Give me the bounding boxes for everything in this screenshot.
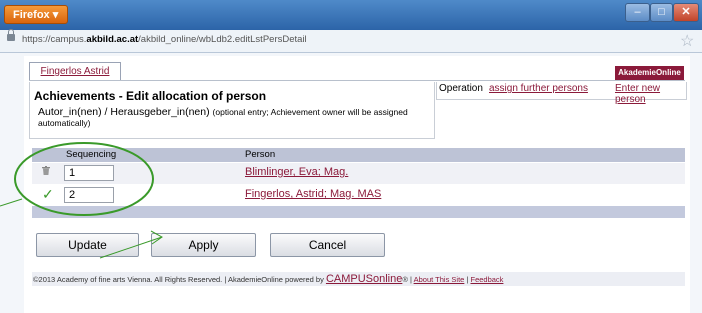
registered-mark: ® bbox=[402, 275, 408, 284]
maximize-button[interactable]: □ bbox=[650, 3, 673, 22]
cancel-button[interactable]: Cancel bbox=[270, 233, 385, 257]
sequence-input[interactable]: 2 bbox=[64, 187, 114, 203]
assign-further-persons-link[interactable]: assign further persons bbox=[489, 83, 588, 94]
page-title: Achievements - Edit allocation of person bbox=[34, 89, 267, 103]
table-row: 1 Blimlinger, Eva; Mag. bbox=[32, 163, 685, 184]
akademieonline-logo: AkademieOnline bbox=[615, 66, 684, 80]
title-bar: Firefox ▾ – □ ✕ bbox=[0, 0, 702, 30]
about-link[interactable]: About This Site bbox=[414, 275, 465, 284]
table-footer-bar bbox=[32, 206, 685, 218]
page-content: Fingerlos Astrid AkademieOnline Achievem… bbox=[24, 56, 690, 313]
tab-person[interactable]: Fingerlos Astrid bbox=[29, 62, 121, 81]
person-link[interactable]: Fingerlos, Astrid; Mag. MAS bbox=[245, 188, 381, 200]
sequence-input[interactable]: 1 bbox=[64, 165, 114, 181]
firefox-menu-button[interactable]: Firefox ▾ bbox=[4, 5, 68, 24]
copyright-text: ©2013 Academy of fine arts Vienna. All R… bbox=[33, 275, 324, 284]
close-button[interactable]: ✕ bbox=[673, 3, 699, 22]
bookmark-star-icon[interactable]: ☆ bbox=[680, 31, 694, 51]
operations-bar: Operation assign further persons Enter n… bbox=[436, 82, 687, 105]
apply-button[interactable]: Apply bbox=[151, 233, 256, 257]
tab-divider bbox=[29, 80, 685, 81]
footer-separator: | bbox=[466, 275, 469, 284]
footer-separator: | bbox=[409, 275, 412, 284]
campusonline-link[interactable]: CAMPUSonline bbox=[326, 273, 402, 285]
minimize-button[interactable]: – bbox=[625, 3, 650, 22]
page-subtitle: Autor_in(nen) / Herausgeber_in(nen) (opt… bbox=[38, 106, 408, 129]
table-row: ✓ 2 Fingerlos, Astrid; Mag. MAS bbox=[32, 185, 685, 206]
enter-new-person-link[interactable]: Enter new person bbox=[615, 83, 686, 105]
update-button[interactable]: Update bbox=[36, 233, 139, 257]
table-header: Sequencing Person bbox=[32, 148, 685, 162]
lock-icon bbox=[7, 29, 15, 41]
operation-label: Operation bbox=[439, 83, 483, 94]
check-icon: ✓ bbox=[42, 186, 54, 202]
url-text[interactable]: https://campus.akbild.ac.at/akbild_onlin… bbox=[22, 34, 307, 45]
trash-icon[interactable] bbox=[42, 166, 50, 175]
pointer-line bbox=[0, 198, 23, 207]
feedback-link[interactable]: Feedback bbox=[470, 275, 503, 284]
page-footer: ©2013 Academy of fine arts Vienna. All R… bbox=[32, 272, 685, 286]
col-person: Person bbox=[245, 149, 276, 160]
col-sequencing: Sequencing bbox=[66, 149, 117, 160]
person-link[interactable]: Blimlinger, Eva; Mag. bbox=[245, 166, 348, 178]
browser-window: Firefox ▾ – □ ✕ https://campus.akbild.ac… bbox=[0, 0, 702, 313]
